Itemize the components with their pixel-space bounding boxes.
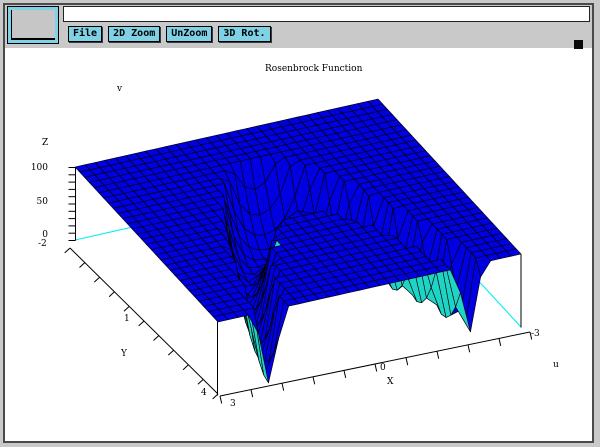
message-strip-input[interactable] [63, 6, 590, 22]
plot-title: Rosenbrock Function [265, 65, 362, 74]
graphic-window: File 2D Zoom UnZoom 3D Rot. Rosenbrock F… [0, 0, 600, 447]
window-corner-panel[interactable] [7, 6, 59, 44]
unzoom-button[interactable]: UnZoom [166, 26, 212, 42]
busy-indicator-square [574, 40, 583, 49]
window-corner-panel-face [11, 10, 55, 40]
y-tick-neg2: -2 [38, 240, 47, 249]
menu-bar: File 2D Zoom UnZoom 3D Rot. [5, 5, 592, 48]
rotate-3d-button[interactable]: 3D Rot. [218, 26, 270, 42]
menu-button-row: File 2D Zoom UnZoom 3D Rot. [68, 26, 271, 42]
zoom-2d-button[interactable]: 2D Zoom [108, 26, 160, 42]
x-tick-neg3: -3 [531, 330, 540, 339]
file-button[interactable]: File [68, 26, 102, 42]
x-axis-title: X [387, 378, 393, 387]
z-tick-50: 50 [26, 198, 48, 207]
y-tick-4: 4 [201, 389, 207, 398]
v-param-label: v [117, 85, 122, 94]
u-param-label: u [553, 361, 559, 370]
z-axis-title: Z [42, 139, 48, 148]
x-tick-3: 3 [230, 400, 236, 409]
y-axis-title: Y [121, 350, 127, 359]
y-tick-1: 1 [124, 315, 130, 324]
x-tick-0: 0 [380, 364, 386, 373]
z-tick-100: 100 [26, 164, 48, 173]
